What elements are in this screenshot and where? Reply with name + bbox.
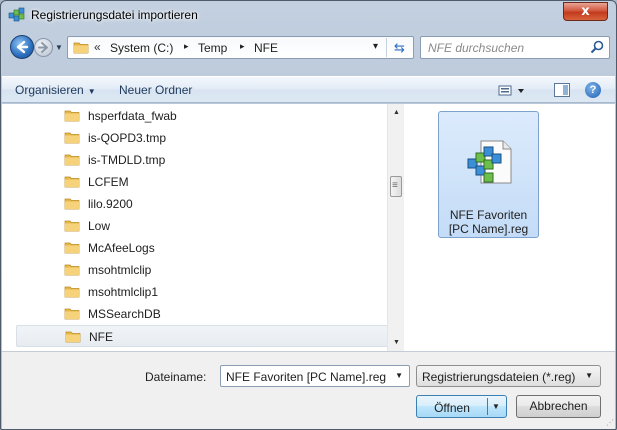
import-registry-dialog: Registrierungsdatei importieren x ▼ « Sy… xyxy=(0,0,617,430)
tree-item-label: lilo.9200 xyxy=(88,197,133,211)
tree-item[interactable]: McAfeeLogs xyxy=(16,237,404,259)
tree-item[interactable]: LCFEM xyxy=(16,171,404,193)
scrollbar-thumb[interactable] xyxy=(390,176,402,197)
filetype-value: Registrierungsdateien (*.reg) xyxy=(422,370,576,384)
chevron-down-icon: ▼ xyxy=(585,371,593,380)
help-icon[interactable]: ? xyxy=(585,82,601,98)
change-view-button[interactable] xyxy=(498,83,528,98)
folder-icon xyxy=(64,198,80,210)
folder-icon xyxy=(64,154,80,166)
folder-icon xyxy=(64,286,80,298)
cancel-button[interactable]: Abbrechen xyxy=(516,395,601,418)
file-list[interactable]: NFE Favoriten [PC Name].reg xyxy=(405,104,615,351)
tree-item[interactable]: is-QOPD3.tmp xyxy=(16,127,404,149)
tree-item[interactable]: Low xyxy=(16,215,404,237)
forward-arrow-icon xyxy=(38,42,48,53)
tree-item[interactable]: lilo.9200 xyxy=(16,193,404,215)
chevron-down-icon[interactable]: ▼ xyxy=(395,371,403,380)
tree-item[interactable]: msohtmlclip1 xyxy=(16,281,404,303)
registry-file-icon xyxy=(467,140,512,184)
folder-icon xyxy=(64,176,80,188)
registry-editor-icon xyxy=(8,7,25,22)
breadcrumb-separator[interactable]: ▸ xyxy=(184,41,189,52)
folder-icon xyxy=(64,264,80,276)
folder-icon xyxy=(64,220,80,232)
window-title: Registrierungsdatei importieren xyxy=(31,8,198,22)
tree-item-label: hsperfdata_fwab xyxy=(88,109,177,123)
tree-item-label: NFE xyxy=(89,330,113,344)
search-icon[interactable] xyxy=(590,40,604,54)
filetype-select[interactable]: Registrierungsdateien (*.reg) ▼ xyxy=(416,365,601,387)
chevron-down-icon: ▼ xyxy=(87,87,96,96)
open-options-dropdown[interactable]: ▼ xyxy=(492,402,500,411)
recent-locations-dropdown[interactable]: ▼ xyxy=(55,43,63,52)
file-item-selected[interactable]: NFE Favoriten [PC Name].reg xyxy=(438,111,539,238)
filename-field[interactable]: NFE Favoriten [PC Name].reg ▼ xyxy=(220,365,410,387)
filename-value[interactable]: NFE Favoriten [PC Name].reg xyxy=(226,370,386,384)
folder-tree[interactable]: hsperfdata_fwab is-QOPD3.tmp is-TMDLD.tmp L… xyxy=(2,104,404,365)
tree-item[interactable]: hsperfdata_fwab xyxy=(16,105,404,127)
tree-item-label: is-TMDLD.tmp xyxy=(88,153,166,167)
forward-button[interactable] xyxy=(34,38,53,57)
content-area: hsperfdata_fwab is-QOPD3.tmp is-TMDLD.tmp L… xyxy=(2,104,615,365)
preview-pane-button[interactable] xyxy=(554,83,570,97)
back-button[interactable] xyxy=(10,35,34,59)
breadcrumb-system-c[interactable]: System (C:) xyxy=(110,41,173,55)
breadcrumb-separator[interactable]: ▸ xyxy=(240,41,245,52)
view-options-icon xyxy=(498,85,524,96)
filename-label: Dateiname: xyxy=(145,370,207,384)
tree-item-label: is-QOPD3.tmp xyxy=(88,131,167,145)
organize-label: Organisieren xyxy=(15,83,84,97)
close-button[interactable]: x xyxy=(563,2,608,21)
address-overflow-chevron[interactable]: « xyxy=(94,40,101,54)
folder-tree-scrollbar[interactable]: ▲ ▼ xyxy=(387,104,404,351)
command-bar: Organisieren ▼ Neuer Ordner ? xyxy=(2,76,615,103)
tree-item-label: LCFEM xyxy=(88,175,129,189)
folder-icon xyxy=(64,308,80,320)
tree-item-label: MSSearchDB xyxy=(88,307,161,321)
breadcrumb-nfe[interactable]: NFE xyxy=(254,41,278,55)
tree-item-label: msohtmlclip1 xyxy=(88,285,159,299)
folder-icon xyxy=(64,110,80,122)
scroll-up-arrow-icon[interactable]: ▲ xyxy=(393,109,400,116)
title-bar[interactable]: Registrierungsdatei importieren x xyxy=(1,1,616,29)
folder-icon xyxy=(64,242,80,254)
organize-menu[interactable]: Organisieren ▼ xyxy=(15,83,96,97)
back-arrow-icon xyxy=(16,40,29,54)
search-input[interactable]: NFE durchsuchen xyxy=(428,41,524,55)
tree-item-label: McAfeeLogs xyxy=(88,241,155,255)
new-folder-button[interactable]: Neuer Ordner xyxy=(119,83,192,97)
folder-icon xyxy=(73,42,89,54)
breadcrumb-temp[interactable]: Temp xyxy=(198,41,227,55)
refresh-icon[interactable]: ⇆ xyxy=(386,38,412,57)
folder-icon xyxy=(64,132,80,144)
split-divider xyxy=(487,398,488,415)
tree-item[interactable]: NFE xyxy=(16,325,404,347)
resize-grip-icon[interactable]: ⋰ xyxy=(606,418,614,427)
address-dropdown[interactable]: ▾ xyxy=(373,41,378,52)
scroll-down-arrow-icon[interactable]: ▼ xyxy=(393,339,400,346)
folder-icon xyxy=(65,331,81,343)
search-box[interactable]: NFE durchsuchen xyxy=(420,36,610,59)
navigation-row: ▼ « System (C:) ▸ Temp ▸ NFE ▾ ⇆ NFE dur… xyxy=(1,33,616,63)
open-button-label: Öffnen xyxy=(434,401,470,415)
dialog-footer: Dateiname: NFE Favoriten [PC Name].reg ▼… xyxy=(2,351,615,429)
tree-item[interactable]: is-TMDLD.tmp xyxy=(16,149,404,171)
file-name-label: NFE Favoriten [PC Name].reg xyxy=(448,208,529,236)
address-bar[interactable]: « System (C:) ▸ Temp ▸ NFE ▾ ⇆ xyxy=(67,36,414,59)
tree-item[interactable]: msohtmlclip xyxy=(16,259,404,281)
tree-item-label: msohtmlclip xyxy=(88,263,152,277)
tree-item[interactable]: MSSearchDB xyxy=(16,303,404,325)
tree-item-label: Low xyxy=(88,219,111,233)
open-button[interactable]: Öffnen ▼ xyxy=(416,395,507,418)
